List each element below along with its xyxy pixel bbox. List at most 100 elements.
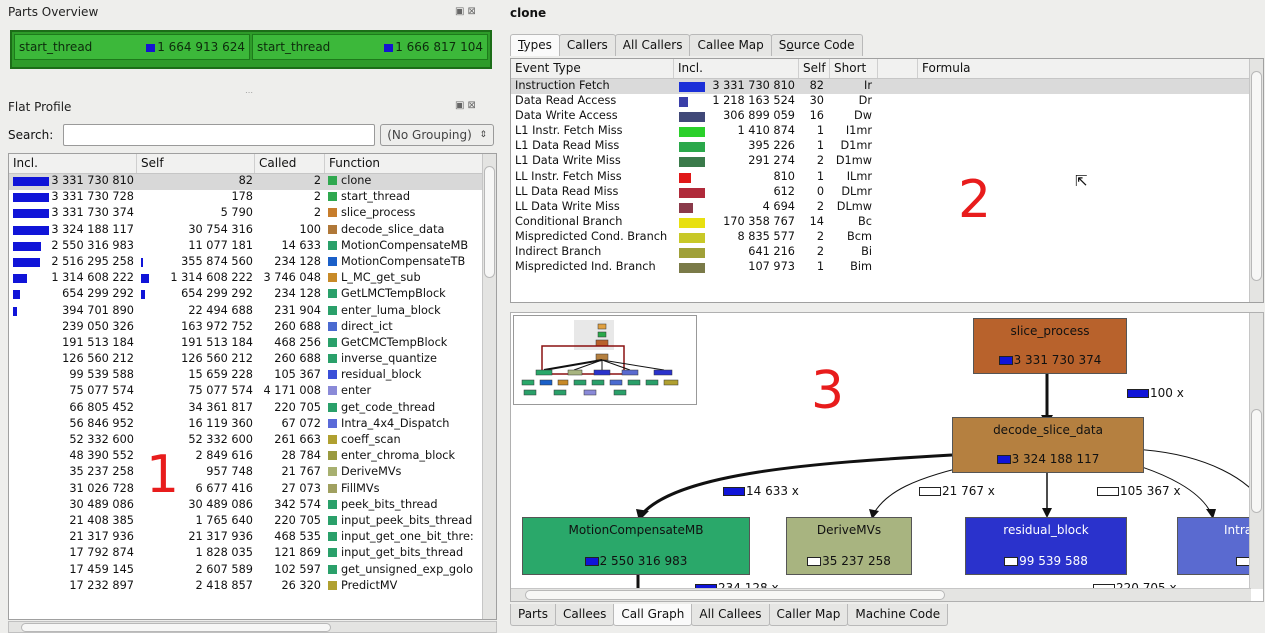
- table-header: Incl. Self Called Function: [9, 154, 496, 174]
- table-row[interactable]: 31 026 728 6 677 416 27 073 FillMVs: [9, 482, 496, 498]
- table-row[interactable]: 2 516 295 258 355 874 560 234 128 MotionCom…: [9, 255, 496, 271]
- part-cell[interactable]: start_thread 1 664 913 624: [14, 34, 250, 60]
- self-cell: 2 418 857: [137, 579, 255, 595]
- function-cell: enter_luma_block: [325, 304, 496, 320]
- table-row[interactable]: 654 299 292 654 299 292 234 128 GetLMCTempB…: [9, 287, 496, 303]
- col-called[interactable]: Called: [255, 154, 325, 173]
- table-row[interactable]: 17 232 897 2 418 857 26 320 PredictMV: [9, 579, 496, 595]
- table-row[interactable]: 191 513 184 191 513 184 468 256 GetCMCTempB…: [9, 336, 496, 352]
- tab-types[interactable]: Types: [510, 34, 560, 56]
- horizontal-scrollbar[interactable]: [511, 588, 1251, 601]
- scroll-thumb[interactable]: [1251, 71, 1262, 281]
- table-row[interactable]: 2 550 316 983 11 077 181 14 633 MotionCompe…: [9, 239, 496, 255]
- col-formula[interactable]: Formula: [918, 59, 1263, 78]
- scroll-thumb[interactable]: [1251, 409, 1262, 513]
- tab-call-graph[interactable]: Call Graph: [613, 604, 693, 626]
- node-cost: 2 550 316 983: [523, 554, 749, 568]
- col-self[interactable]: Self: [137, 154, 255, 173]
- table-row[interactable]: 56 846 952 16 119 360 67 072 Intra_4x4_Disp…: [9, 417, 496, 433]
- graph-node-derive-mvs[interactable]: DeriveMVs 35 237 258: [786, 517, 912, 575]
- tab-machine-code[interactable]: Machine Code: [847, 604, 949, 626]
- col-self[interactable]: Self: [799, 59, 830, 78]
- table-row[interactable]: 99 539 588 15 659 228 105 367 residual_bloc…: [9, 368, 496, 384]
- table-row[interactable]: 3 331 730 374 5 790 2 slice_process: [9, 206, 496, 222]
- table-row[interactable]: 394 701 890 22 494 688 231 904 enter_luma_b…: [9, 304, 496, 320]
- parts-overview-box[interactable]: start_thread 1 664 913 624 start_thread …: [10, 30, 492, 69]
- table-row[interactable]: 3 331 730 728 178 2 start_thread: [9, 190, 496, 206]
- color-swatch-icon: [328, 273, 337, 283]
- table-row[interactable]: 17 459 145 2 607 589 102 597 get_unsigned_e…: [9, 563, 496, 579]
- tab-all-callers[interactable]: All Callers: [614, 34, 691, 56]
- dock-buttons[interactable]: ▣⊠: [455, 6, 479, 17]
- event-row[interactable]: Mispredicted Cond. Branch 8 835 577 2 Bcm: [511, 230, 1263, 245]
- splitter-handle[interactable]: ⋯: [245, 88, 253, 97]
- table-row[interactable]: 66 805 452 34 361 817 220 705 get_code_thre…: [9, 401, 496, 417]
- part-cell[interactable]: start_thread 1 666 817 104: [252, 34, 488, 60]
- graph-node-decode-slice-data[interactable]: decode_slice_data 3 324 188 117: [952, 417, 1144, 473]
- table-row[interactable]: 75 077 574 75 077 574 4 171 008 enter: [9, 384, 496, 400]
- tab-all-callees[interactable]: All Callees: [691, 604, 770, 626]
- self-value: 957 748: [206, 465, 253, 479]
- tab-callers[interactable]: Callers: [558, 34, 616, 56]
- table-row[interactable]: 3 331 730 810 82 2 clone: [9, 174, 496, 191]
- event-type: Indirect Branch: [515, 245, 602, 259]
- tab-caller-map[interactable]: Caller Map: [768, 604, 849, 626]
- called-cell: 105 367: [274, 368, 321, 382]
- table-row[interactable]: 126 560 212 126 560 212 260 688 inverse_qua…: [9, 352, 496, 368]
- col-incl[interactable]: Incl.: [9, 154, 137, 173]
- event-types-table[interactable]: Event Type Incl. Self Short Formula Inst…: [510, 58, 1264, 303]
- tab-callees[interactable]: Callees: [554, 604, 615, 626]
- dock-buttons[interactable]: ▣⊠: [455, 100, 479, 111]
- table-row[interactable]: 35 237 258 957 748 21 767 DeriveMVs: [9, 465, 496, 481]
- event-row[interactable]: Conditional Branch 170 358 767 14 Bc: [511, 215, 1263, 230]
- col-short[interactable]: Short: [830, 59, 878, 78]
- table-row[interactable]: 30 489 086 30 489 086 342 574 peek_bits_thr…: [9, 498, 496, 514]
- event-color-bar: [679, 202, 694, 213]
- event-row[interactable]: LL Data Write Miss 4 694 2 DLmw: [511, 200, 1263, 215]
- table-row[interactable]: 21 408 385 1 765 640 220 705 input_peek_bit…: [9, 514, 496, 530]
- vertical-scrollbar[interactable]: [1249, 313, 1263, 589]
- scroll-thumb[interactable]: [525, 590, 945, 600]
- graph-node-motion-compensate-mb[interactable]: MotionCompensateMB 2 550 316 983: [522, 517, 750, 575]
- graph-node-slice-process[interactable]: slice_process 3 331 730 374: [973, 318, 1127, 374]
- event-row[interactable]: Instruction Fetch 3 331 730 810 82 Ir: [511, 79, 1263, 95]
- col-function[interactable]: Function: [325, 154, 496, 173]
- table-row[interactable]: 17 792 874 1 828 035 121 869 input_get_bits…: [9, 546, 496, 562]
- flat-profile-table[interactable]: Incl. Self Called Function 3 331 730 810…: [8, 153, 497, 620]
- table-row[interactable]: 1 314 608 222 1 314 608 222 3 746 048 L_MC_…: [9, 271, 496, 287]
- grouping-select[interactable]: (No Grouping) ⇕: [380, 124, 494, 146]
- node-label: DeriveMVs: [816, 523, 882, 537]
- call-graph-canvas[interactable]: slice_process 3 331 730 374 decode_slice…: [510, 312, 1264, 602]
- table-row[interactable]: 3 324 188 117 30 754 316 100 decode_slice_d…: [9, 223, 496, 239]
- cost-bar: [996, 455, 1011, 464]
- event-row[interactable]: L1 Data Read Miss 395 226 1 D1mr: [511, 139, 1263, 154]
- tab-callee-map[interactable]: Callee Map: [689, 34, 772, 56]
- vertical-scrollbar[interactable]: [482, 154, 496, 619]
- graph-node-residual-block[interactable]: residual_block 99 539 588: [965, 517, 1127, 575]
- self-value: 191 513 184: [181, 335, 253, 349]
- search-input[interactable]: [63, 124, 375, 146]
- self-cell: 21 317 936: [137, 530, 255, 546]
- self-value: 6 677 416: [195, 481, 254, 495]
- table-row[interactable]: 21 317 936 21 317 936 468 535 input_get_one…: [9, 530, 496, 546]
- event-row[interactable]: L1 Instr. Fetch Miss 1 410 874 1 I1mr: [511, 124, 1263, 139]
- event-row[interactable]: Data Write Access 306 899 059 16 Dw: [511, 109, 1263, 124]
- event-row[interactable]: L1 Data Write Miss 291 274 2 D1mw: [511, 154, 1263, 169]
- event-row[interactable]: LL Instr. Fetch Miss 810 1 ILmr: [511, 170, 1263, 185]
- tab-source-code[interactable]: Source Code: [770, 34, 863, 56]
- event-row[interactable]: Data Read Access 1 218 163 524 30 Dr: [511, 94, 1263, 109]
- table-row[interactable]: 52 332 600 52 332 600 261 663 coeff_scan: [9, 433, 496, 449]
- table-row[interactable]: 239 050 326 163 972 752 260 688 direct_ict: [9, 320, 496, 336]
- event-row[interactable]: Mispredicted Ind. Branch 107 973 1 Bim: [511, 260, 1263, 275]
- col-incl[interactable]: Incl.: [674, 59, 799, 78]
- event-color-bar: [679, 217, 705, 228]
- event-row[interactable]: Indirect Branch 641 216 2 Bi: [511, 245, 1263, 260]
- scroll-thumb[interactable]: [21, 623, 331, 632]
- col-event-type[interactable]: Event Type: [511, 59, 674, 78]
- scroll-thumb[interactable]: [484, 166, 495, 278]
- vertical-scrollbar[interactable]: [1249, 59, 1263, 302]
- horizontal-scrollbar[interactable]: [8, 621, 497, 633]
- tab-parts[interactable]: Parts: [510, 604, 556, 626]
- event-row[interactable]: LL Data Read Miss 612 0 DLmr: [511, 185, 1263, 200]
- table-row[interactable]: 48 390 552 2 849 616 28 784 enter_chroma_bl…: [9, 449, 496, 465]
